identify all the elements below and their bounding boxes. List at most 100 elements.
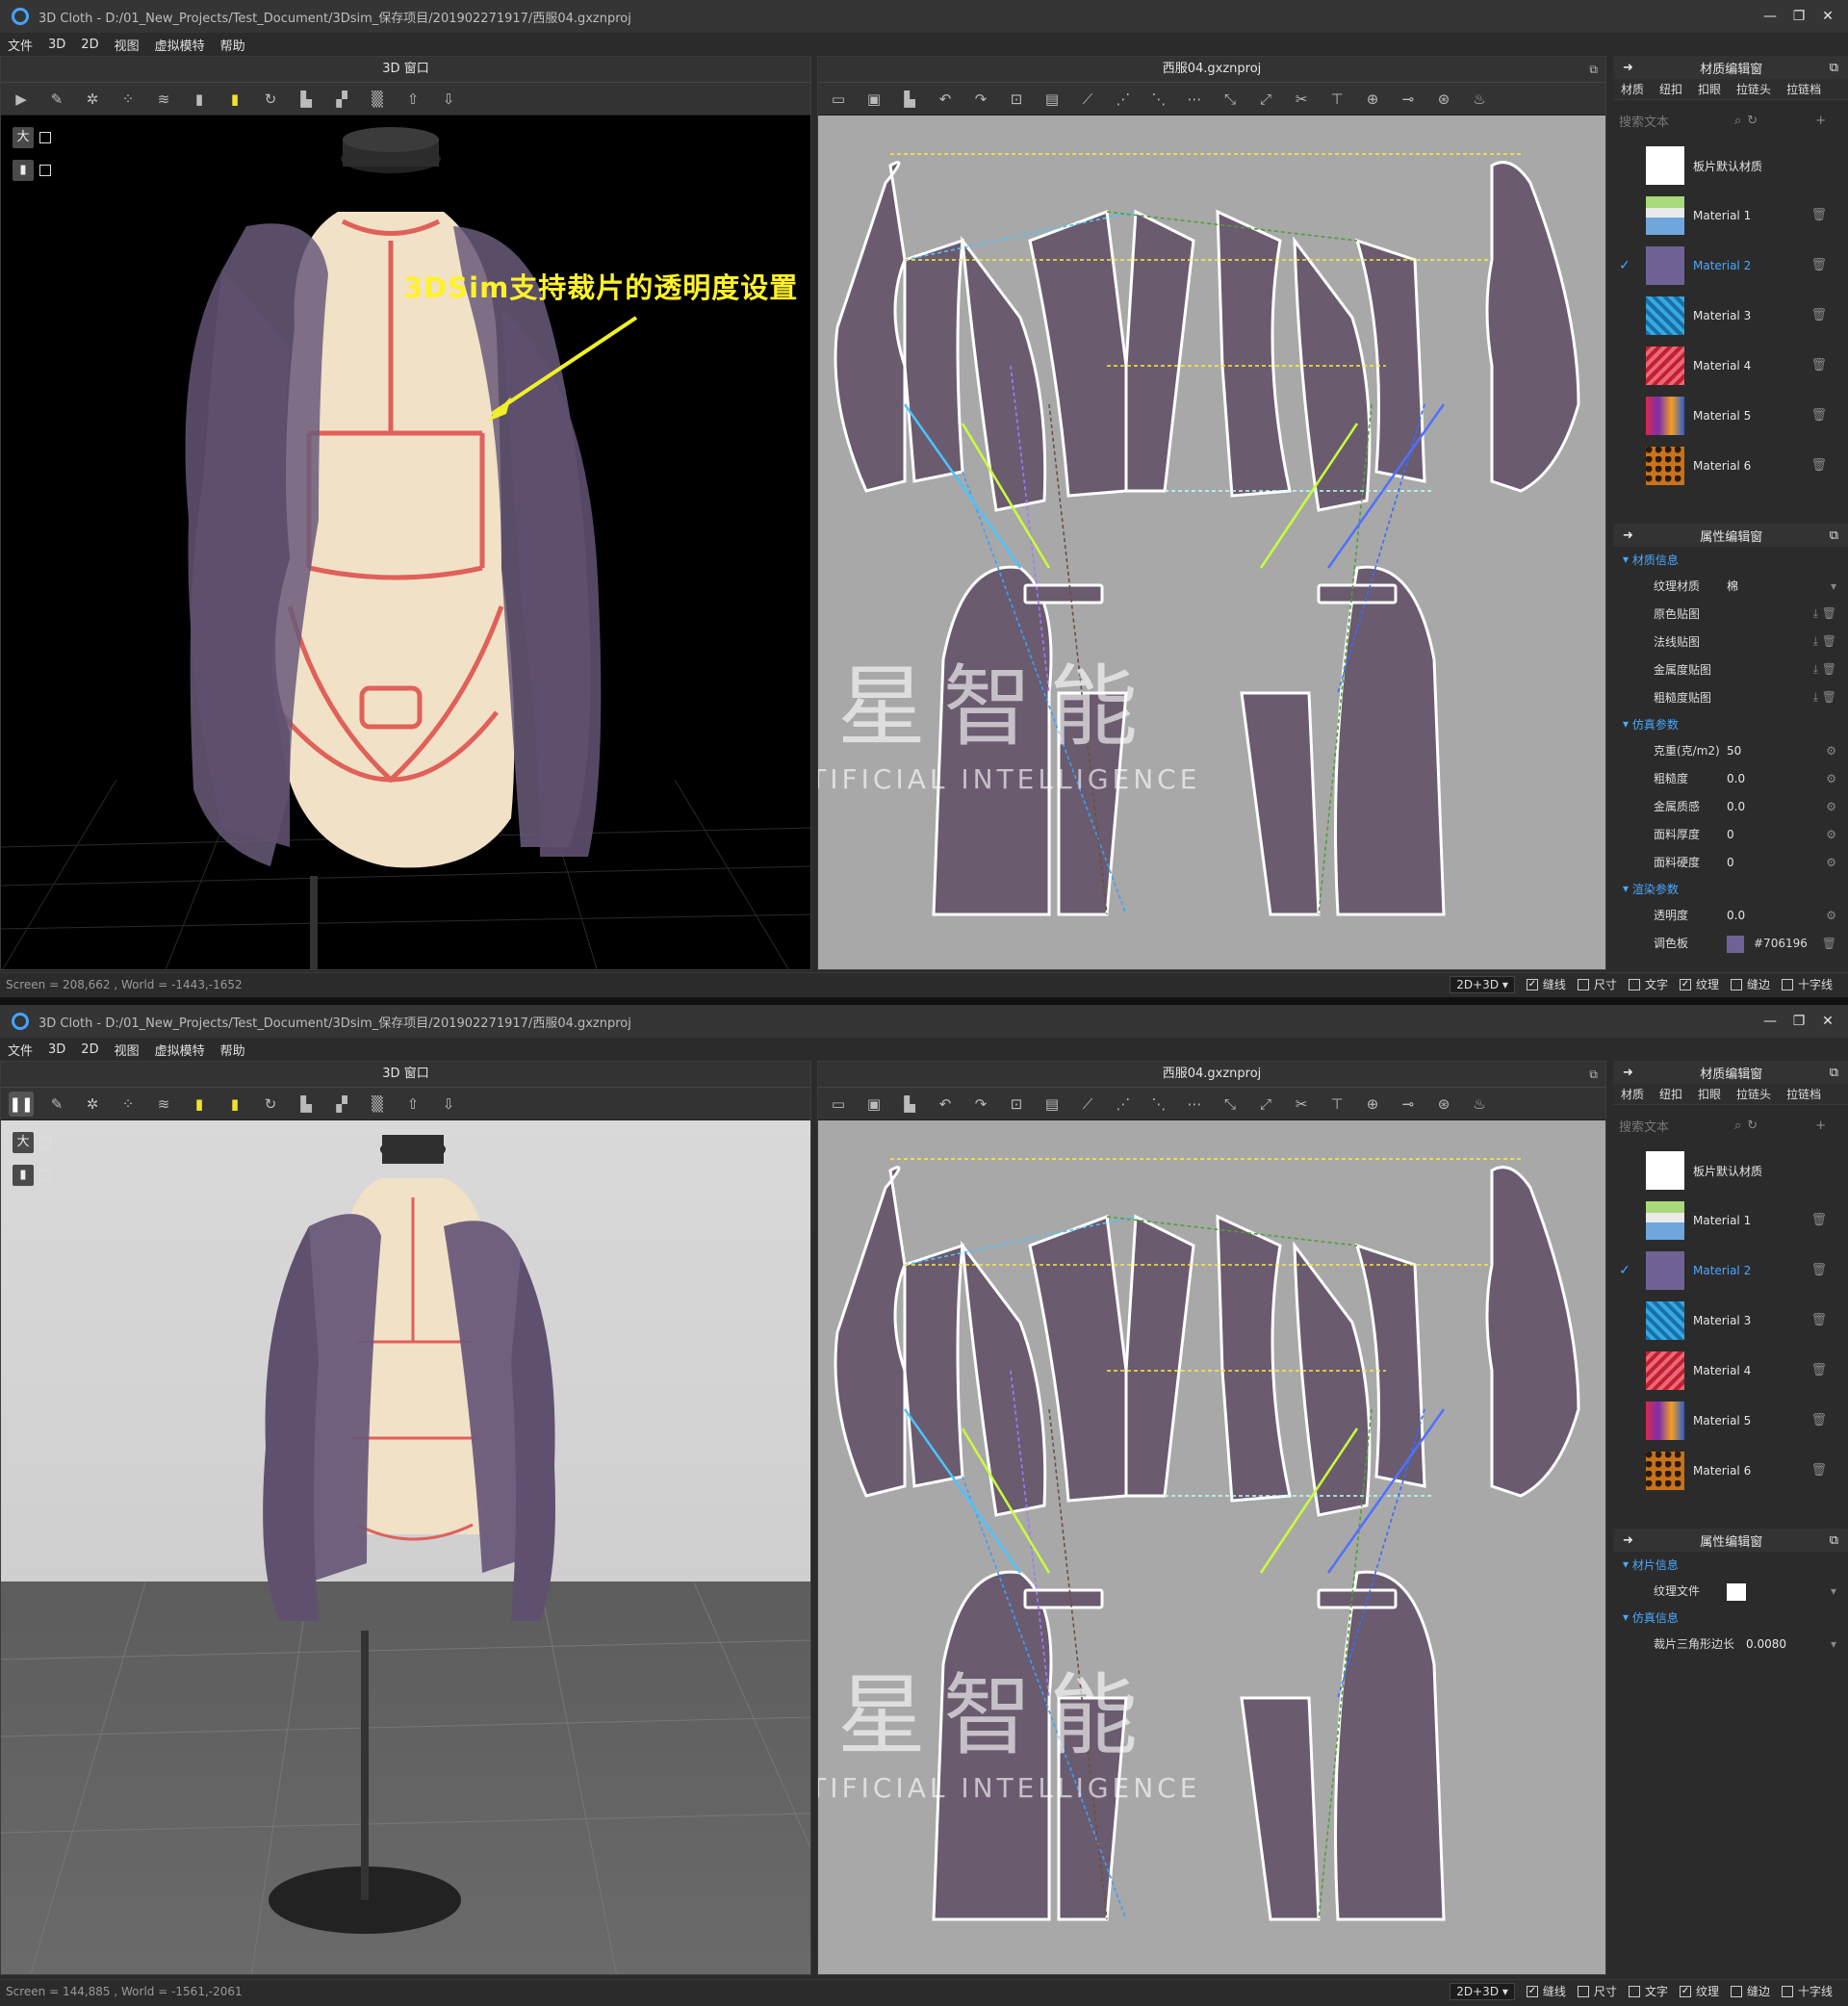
garment-color-icon[interactable]: ▮ <box>222 87 247 112</box>
pattern-icon[interactable]: ▞ <box>329 1092 354 1117</box>
tab-button[interactable]: 纽扣 <box>1659 1086 1682 1102</box>
checkbox[interactable]: ✓ <box>1679 1985 1691 1997</box>
tab-buttonhole[interactable]: 扣眼 <box>1698 1086 1721 1102</box>
opt-seam[interactable]: ✓ 缝线 <box>1526 976 1566 992</box>
checkbox[interactable] <box>1781 978 1793 990</box>
garment-toggle-button[interactable]: ▮ <box>13 160 34 181</box>
minimize-button[interactable]: — <box>1756 1014 1784 1029</box>
menu-view[interactable]: 视图 <box>115 1041 140 1059</box>
shirt2-icon[interactable]: ▙ <box>897 1092 922 1117</box>
render-row[interactable]: 调色板 #706196 🗑 <box>1613 929 1848 957</box>
sim-row[interactable]: 面料厚度 0 ⚙ <box>1613 820 1848 848</box>
size-toggle-button[interactable]: 大 <box>13 127 34 148</box>
material-item-selected[interactable]: ✓ Material 2 🗑 <box>1613 241 1848 291</box>
refresh-icon[interactable]: ↻ <box>1747 114 1758 128</box>
section-piece-info[interactable]: ▾ 材片信息 <box>1613 1552 1848 1577</box>
redo-icon[interactable]: ↷ <box>968 87 993 112</box>
garment-checkbox[interactable] <box>39 1170 51 1181</box>
checkbox[interactable] <box>1628 978 1640 990</box>
pause-icon[interactable]: ❚❚ <box>9 1091 34 1117</box>
menu-view[interactable]: 视图 <box>115 36 140 54</box>
down-icon[interactable]: ⇩ <box>436 1092 461 1117</box>
shirt-icon[interactable]: ▙ <box>294 1092 319 1117</box>
checkbox[interactable] <box>1628 1985 1640 1997</box>
checkbox[interactable]: ✓ <box>1526 978 1538 990</box>
opt-size[interactable]: 尺寸 <box>1577 1983 1617 1999</box>
pin-icon[interactable]: ✲ <box>80 1092 105 1117</box>
material-item[interactable]: Material 5 🗑 <box>1613 1396 1848 1446</box>
dropdown-icon[interactable]: ▾ <box>1831 1637 1836 1651</box>
sew6-icon[interactable]: ✂ <box>1289 87 1314 112</box>
section-sim-info[interactable]: ▾ 仿真信息 <box>1613 1605 1848 1630</box>
garment-toggle-button[interactable]: ▮ <box>13 1165 34 1186</box>
checkbox[interactable] <box>1577 1985 1589 1997</box>
up-icon[interactable]: ⇧ <box>400 1092 425 1117</box>
target-icon[interactable]: ⊕ <box>1360 87 1385 112</box>
sim-row[interactable]: 面料硬度 0 ⚙ <box>1613 848 1848 876</box>
select2-icon[interactable]: ⊡ <box>1004 87 1029 112</box>
delete-icon[interactable]: ⤓ 🗑 <box>1813 662 1836 677</box>
popout-icon[interactable]: ⧉ <box>1830 61 1838 75</box>
gear-icon[interactable]: ⚙ <box>1826 856 1836 869</box>
sew2-icon[interactable]: ⋱ <box>1146 87 1171 112</box>
redo-icon[interactable]: ↷ <box>968 1092 993 1117</box>
tab-zipper-stop[interactable]: 拉链档 <box>1786 81 1821 97</box>
material-item[interactable]: Material 6 🗑 <box>1613 1446 1848 1496</box>
arrow-right-icon[interactable]: ➜ <box>1623 1533 1633 1548</box>
select2-icon[interactable]: ⊡ <box>1004 1092 1029 1117</box>
line-icon[interactable]: ⟋ <box>1075 1092 1100 1117</box>
sim-row[interactable]: 克重(克/m2) 50 ⚙ <box>1613 736 1848 764</box>
map-row[interactable]: 原色贴图 ⤓ 🗑 <box>1613 600 1848 628</box>
popout-icon[interactable]: ⧉ <box>1830 1533 1838 1548</box>
search-icon[interactable]: ⌕ <box>1734 114 1741 128</box>
tab-zipper-stop[interactable]: 拉链档 <box>1786 1086 1821 1102</box>
shirt2-icon[interactable]: ▙ <box>897 87 922 112</box>
popout-icon[interactable]: ⧉ <box>1589 1062 1598 1087</box>
select-icon[interactable]: ✎ <box>44 87 69 112</box>
popout-icon[interactable]: ⧉ <box>1589 57 1598 82</box>
size-toggle-button[interactable]: 大 <box>13 1132 34 1153</box>
prop-value[interactable]: 50 <box>1727 744 1741 758</box>
arrow-right-icon[interactable]: ➜ <box>1623 528 1633 543</box>
delete-icon[interactable]: ⤓ 🗑 <box>1813 634 1836 649</box>
opt-seam-allowance[interactable]: 缝边 <box>1730 1983 1770 1999</box>
mode-select[interactable]: 2D+3D ▾ <box>1450 975 1515 993</box>
delete-icon[interactable]: 🗑 <box>1810 358 1827 373</box>
checkbox[interactable] <box>1577 978 1589 990</box>
points-icon[interactable]: ⁘ <box>116 1092 141 1117</box>
material-item[interactable]: Material 3 🗑 <box>1613 291 1848 341</box>
material-item[interactable]: 板片默认材质 <box>1613 141 1848 191</box>
render-row[interactable]: 透明度 0.0 ⚙ <box>1613 901 1848 929</box>
refresh-icon[interactable]: ↻ <box>1747 1119 1758 1133</box>
open-icon[interactable]: ▭ <box>826 1092 851 1117</box>
mode-select[interactable]: 2D+3D ▾ <box>1450 1982 1515 2000</box>
material-item[interactable]: Material 6 🗑 <box>1613 441 1848 491</box>
menu-file[interactable]: 文件 <box>8 1041 33 1059</box>
section-sim-params[interactable]: ▾ 仿真参数 <box>1613 711 1848 736</box>
opt-crosshair[interactable]: 十字线 <box>1781 976 1833 992</box>
delete-icon[interactable]: 🗑 <box>1810 308 1827 322</box>
maximize-button[interactable]: ❐ <box>1784 9 1813 24</box>
sew4-icon[interactable]: ⤡ <box>1218 87 1243 112</box>
center-icon[interactable]: ⊛ <box>1431 87 1456 112</box>
sew3-icon[interactable]: ⋯ <box>1182 1092 1207 1117</box>
target-icon[interactable]: ⊕ <box>1360 1092 1385 1117</box>
undo-icon[interactable]: ↶ <box>933 87 958 112</box>
search-icon[interactable]: ⌕ <box>1734 1119 1741 1133</box>
menu-avatar[interactable]: 虚拟模特 <box>155 36 205 54</box>
search-input[interactable]: 搜索文本 <box>1619 1117 1734 1135</box>
size-checkbox[interactable] <box>39 1137 51 1148</box>
minimize-button[interactable]: — <box>1756 9 1784 24</box>
wind-icon[interactable]: ≋ <box>151 87 176 112</box>
trash-icon[interactable]: ▤ <box>1040 87 1065 112</box>
sew5-icon[interactable]: ⤢ <box>1253 87 1278 112</box>
delete-icon[interactable]: 🗑 <box>1810 1213 1827 1227</box>
add-icon[interactable]: + <box>1815 114 1826 128</box>
material-item[interactable]: Material 1 🗑 <box>1613 191 1848 241</box>
delete-icon[interactable]: 🗑 <box>1810 1463 1827 1478</box>
shirt-icon[interactable]: ▙ <box>294 87 319 112</box>
delete-icon[interactable]: 🗑 <box>1810 408 1827 423</box>
map-row[interactable]: 粗糙度贴图 ⤓ 🗑 <box>1613 683 1848 711</box>
sew1-icon[interactable]: ⋰ <box>1111 1092 1136 1117</box>
sim-row[interactable]: 粗糙度 0.0 ⚙ <box>1613 764 1848 792</box>
